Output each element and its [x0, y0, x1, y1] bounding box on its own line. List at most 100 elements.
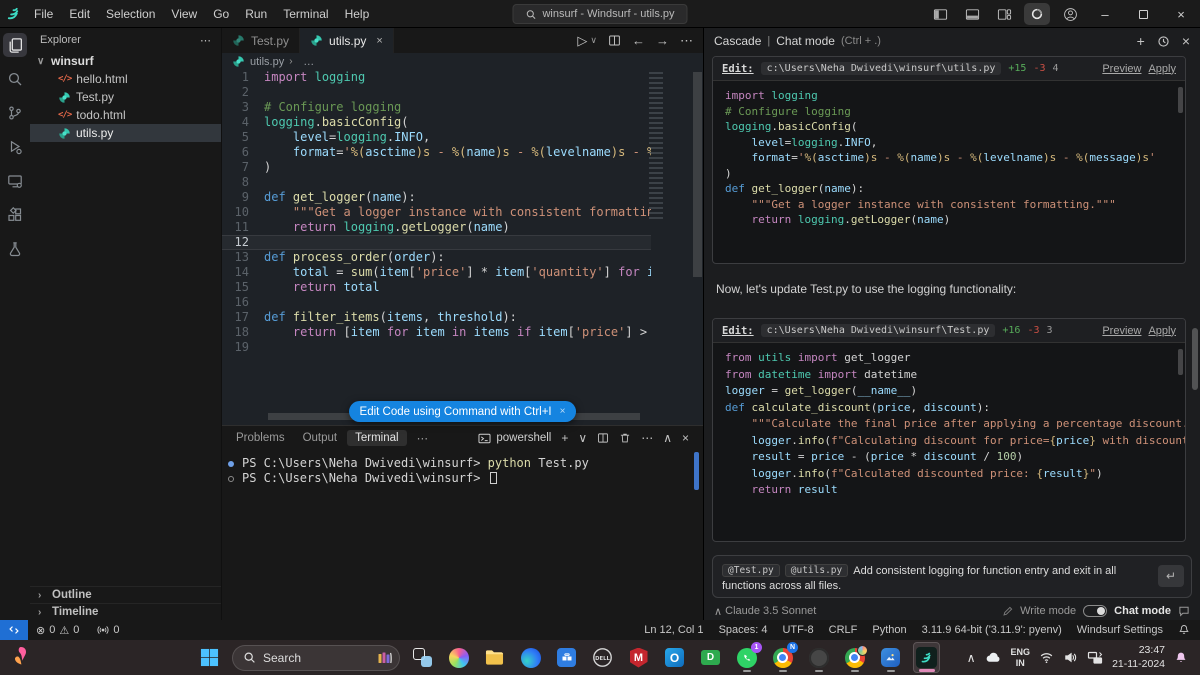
model-selector[interactable]: Claude 3.5 Sonnet: [725, 605, 816, 617]
eol[interactable]: CRLF: [829, 624, 858, 636]
cascade-scrollbar[interactable]: [1192, 328, 1198, 390]
menu-run[interactable]: Run: [237, 0, 275, 28]
edge-icon[interactable]: [517, 642, 544, 673]
context-chip[interactable]: @utils.py: [785, 564, 848, 577]
panel-close-icon[interactable]: ×: [682, 431, 689, 445]
section-outline[interactable]: ›Outline: [30, 586, 221, 603]
network-share-icon[interactable]: [1087, 650, 1103, 666]
edit-file-path[interactable]: c:\Users\Neha Dwivedi\winsurf\utils.py: [761, 62, 1002, 75]
taskbar-corner-logo[interactable]: [10, 645, 34, 669]
history-icon[interactable]: [1157, 35, 1170, 48]
tab-close-icon[interactable]: ×: [376, 35, 382, 47]
context-chip[interactable]: @Test.py: [722, 564, 780, 577]
wifi-icon[interactable]: [1039, 650, 1054, 665]
encoding[interactable]: UTF-8: [782, 624, 813, 636]
menu-file[interactable]: File: [26, 0, 61, 28]
card-scrollbar[interactable]: [1178, 87, 1183, 113]
language-indicator[interactable]: ENGIN: [1011, 647, 1031, 668]
code-editor[interactable]: 1import logging23# Configure logging4log…: [222, 70, 651, 411]
file-explorer-icon[interactable]: [481, 642, 508, 673]
terminal-scrollbar[interactable]: [694, 452, 699, 490]
cursor-position[interactable]: Ln 12, Col 1: [644, 624, 703, 636]
chat-mode-label[interactable]: Chat mode: [1114, 605, 1171, 617]
panel-tab-terminal[interactable]: Terminal: [347, 430, 406, 446]
remote-icon[interactable]: [3, 169, 27, 193]
window-title[interactable]: winsurf - Windsurf - utils.py: [512, 4, 687, 24]
volume-icon[interactable]: [1063, 650, 1078, 665]
errors-icon[interactable]: ⊗: [36, 624, 45, 637]
status-bell-icon[interactable]: [1178, 624, 1190, 636]
menu-go[interactable]: Go: [205, 0, 237, 28]
breadcrumb[interactable]: utils.py › …: [222, 53, 703, 70]
minimap[interactable]: [649, 72, 663, 220]
run-debug-icon[interactable]: [3, 135, 27, 159]
apply-link[interactable]: Apply: [1148, 325, 1176, 337]
section-timeline[interactable]: ›Timeline: [30, 603, 221, 620]
preview-link[interactable]: Preview: [1102, 325, 1141, 337]
chat-input[interactable]: @Test.py@utils.pyAdd consistent logging …: [712, 555, 1192, 598]
run-icon[interactable]: ▷: [577, 33, 587, 49]
preview-link[interactable]: Preview: [1102, 63, 1141, 75]
app-dark-icon[interactable]: [805, 642, 832, 673]
task-view-icon[interactable]: [409, 642, 436, 673]
menu-view[interactable]: View: [163, 0, 205, 28]
kill-terminal-icon[interactable]: [619, 432, 631, 444]
minimize-button[interactable]: –: [1086, 0, 1124, 28]
hint-close-icon[interactable]: ×: [560, 406, 566, 417]
panel-tab-output[interactable]: Output: [295, 430, 346, 446]
menu-edit[interactable]: Edit: [61, 0, 98, 28]
tree-root-winsurf[interactable]: ∨winsurf: [30, 52, 221, 70]
photos-icon[interactable]: [877, 642, 904, 673]
testing-icon[interactable]: [3, 237, 27, 261]
menu-help[interactable]: Help: [337, 0, 378, 28]
windsurf-settings[interactable]: Windsurf Settings: [1077, 624, 1163, 636]
panel-tabs-more-icon[interactable]: ⋯: [409, 429, 437, 447]
cascade-mode[interactable]: Chat mode: [776, 34, 835, 48]
model-collapse-icon[interactable]: ∧: [714, 605, 722, 618]
apply-link[interactable]: Apply: [1148, 63, 1176, 75]
terminal-chevron-icon[interactable]: ∨: [578, 431, 587, 445]
split-editor-icon[interactable]: [608, 34, 621, 47]
tab-utils.py[interactable]: utils.py×: [300, 28, 394, 53]
tray-expand-chevron[interactable]: ∧: [967, 651, 976, 665]
clock[interactable]: 23:4721-11-2024: [1112, 644, 1165, 671]
language-mode[interactable]: Python: [872, 624, 906, 636]
python-interpreter[interactable]: 3.11.9 64-bit ('3.11.9': pyenv): [922, 624, 1062, 636]
remote-indicator[interactable]: [0, 620, 28, 640]
start-button[interactable]: [196, 642, 223, 673]
back-icon[interactable]: ←: [632, 33, 645, 48]
source-control-icon[interactable]: [3, 101, 27, 125]
panel-more-icon[interactable]: ⋯: [641, 431, 653, 445]
panel-collapse-icon[interactable]: ∧: [663, 431, 672, 445]
edit-code-block[interactable]: import logging# Configure logginglogging…: [713, 81, 1185, 235]
shell-selector[interactable]: powershell: [478, 432, 551, 445]
chrome-profile-icon[interactable]: [841, 642, 868, 673]
run-chevron-icon[interactable]: ∨: [590, 35, 597, 46]
windsurf-icon[interactable]: [913, 642, 940, 673]
edit-file-path[interactable]: c:\Users\Neha Dwivedi\winsurf\Test.py: [761, 324, 996, 337]
explorer-icon[interactable]: [3, 33, 27, 57]
editor-more-icon[interactable]: ⋯: [680, 33, 693, 49]
edit-code-hint-button[interactable]: Edit Code using Command with Ctrl+I ×: [349, 401, 577, 422]
file-item-Test.py[interactable]: Test.py: [30, 88, 221, 106]
cascade-toggle-icon[interactable]: [1024, 3, 1050, 25]
indentation[interactable]: Spaces: 4: [719, 624, 768, 636]
forward-icon[interactable]: →: [656, 33, 669, 48]
toggle-sidebar-icon[interactable]: [924, 0, 956, 28]
file-item-todo.html[interactable]: </>todo.html: [30, 106, 221, 124]
warnings-icon[interactable]: ⚠: [59, 624, 69, 637]
customize-layout-icon[interactable]: [988, 0, 1020, 28]
split-terminal-icon[interactable]: [597, 432, 609, 444]
terminal-output[interactable]: PS C:\Users\Neha Dwivedi\winsurf> python…: [222, 450, 703, 486]
send-button[interactable]: ↵: [1158, 565, 1184, 587]
dell-icon[interactable]: DELL: [589, 642, 616, 673]
editor-vertical-scrollbar[interactable]: [693, 72, 702, 277]
close-button[interactable]: ×: [1162, 0, 1200, 28]
copilot-icon[interactable]: [445, 642, 472, 673]
new-terminal-icon[interactable]: +: [561, 431, 568, 445]
chrome-icon[interactable]: N: [769, 642, 796, 673]
menu-selection[interactable]: Selection: [98, 0, 163, 28]
dell-delivery-icon[interactable]: D: [697, 642, 724, 673]
notification-bell-icon[interactable]: [1174, 651, 1188, 665]
restore-button[interactable]: [1124, 0, 1162, 28]
